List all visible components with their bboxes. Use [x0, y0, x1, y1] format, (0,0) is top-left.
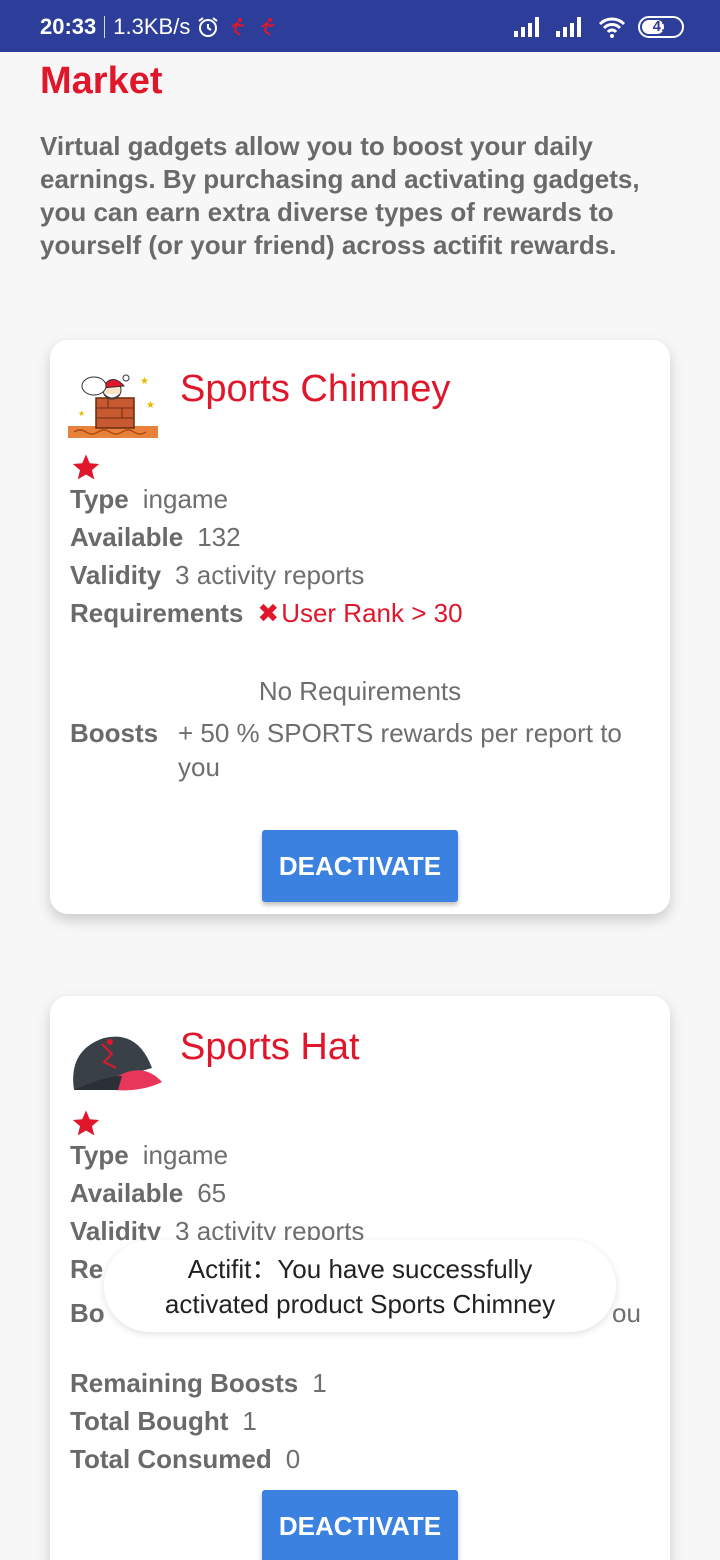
- product-title: Sports Hat: [180, 1026, 360, 1068]
- remaining-boosts-label: Remaining Boosts: [70, 1368, 299, 1398]
- validity-value: 3 activity reports: [175, 560, 365, 590]
- svg-text:★: ★: [78, 409, 85, 418]
- requirements-label: Re: [70, 1254, 104, 1284]
- battery-icon: 41: [638, 16, 684, 38]
- type-value: ingame: [142, 1140, 229, 1170]
- star-icon: [72, 1110, 100, 1136]
- activity-icon: [261, 18, 275, 36]
- battery-level-text: 41: [652, 18, 670, 35]
- status-bar: 20:33 1.3KB/s 41: [0, 0, 720, 52]
- signal-icon: [514, 17, 539, 37]
- validity-label: Validity: [70, 560, 162, 590]
- product-card-sports-chimney: ★ ★ ★ Sports Chimney Type ingame Availabl…: [50, 340, 670, 914]
- status-left: 20:33 1.3KB/s: [40, 14, 280, 40]
- requirement-value: User Rank > 30: [281, 598, 463, 628]
- type-value: ingame: [142, 484, 229, 514]
- no-requirements-text: No Requirements: [258, 676, 462, 706]
- santa-chimney-icon: ★ ★ ★: [68, 374, 158, 438]
- wifi-icon: [598, 17, 626, 38]
- svg-text:★: ★: [140, 376, 149, 387]
- product-title: Sports Chimney: [180, 368, 451, 410]
- available-value: 65: [197, 1178, 227, 1208]
- available-label: Available: [70, 522, 184, 552]
- type-row: Type ingame: [70, 484, 228, 515]
- toast-line-2: activated product Sports Chimney: [164, 1289, 556, 1319]
- boosts-label: Boosts: [70, 718, 159, 748]
- available-label: Available: [70, 1178, 184, 1208]
- available-value: 132: [197, 522, 241, 552]
- deactivate-button[interactable]: DEACTIVATE: [262, 1490, 458, 1560]
- requirements-label: Requirements: [70, 598, 244, 628]
- available-row: Available 132: [70, 522, 241, 553]
- type-label: Type: [70, 1140, 129, 1170]
- remaining-boosts-row: Remaining Boosts 1: [70, 1368, 327, 1399]
- cap-icon: [73, 1036, 162, 1091]
- total-consumed-row: Total Consumed 0: [70, 1444, 300, 1475]
- boosts-label: Bo: [70, 1298, 105, 1328]
- alarm-icon: [198, 17, 218, 37]
- status-divider: [104, 16, 106, 38]
- toast-message: Actifit：You have successfully activated …: [104, 1240, 616, 1332]
- total-bought-label: Total Bought: [70, 1406, 229, 1436]
- activity-icon: [231, 18, 245, 36]
- total-consumed-value: 0: [285, 1444, 301, 1474]
- type-label: Type: [70, 484, 129, 514]
- boosts-value-tail: ou: [612, 1298, 641, 1328]
- intro-text: Virtual gadgets allow you to boost your …: [40, 131, 640, 260]
- boosts-row: Boosts: [70, 718, 172, 749]
- type-row: Type ingame: [70, 1140, 228, 1171]
- total-bought-value: 1: [242, 1406, 257, 1436]
- requirements-row: Requirements ✖User Rank > 30: [70, 598, 463, 629]
- total-consumed-label: Total Consumed: [70, 1444, 272, 1474]
- total-bought-row: Total Bought 1: [70, 1406, 257, 1437]
- status-time: 20:33: [40, 14, 97, 39]
- available-row: Available 65: [70, 1178, 226, 1209]
- boosts-value: + 50 % SPORTS rewards per report to you: [178, 718, 622, 782]
- requirement-fail-icon: ✖: [257, 598, 280, 628]
- star-icon: [72, 454, 100, 480]
- svg-text:★: ★: [146, 400, 155, 411]
- toast-line-1: Actifit：You have successfully: [187, 1254, 533, 1284]
- status-right: 41: [514, 16, 684, 38]
- remaining-boosts-value: 1: [312, 1368, 327, 1398]
- deactivate-button[interactable]: DEACTIVATE: [262, 830, 458, 902]
- status-net-speed: 1.3KB/s: [113, 14, 191, 39]
- page-title: Market: [40, 60, 163, 102]
- signal-icon: [556, 17, 581, 37]
- validity-row: Validity 3 activity reports: [70, 560, 364, 591]
